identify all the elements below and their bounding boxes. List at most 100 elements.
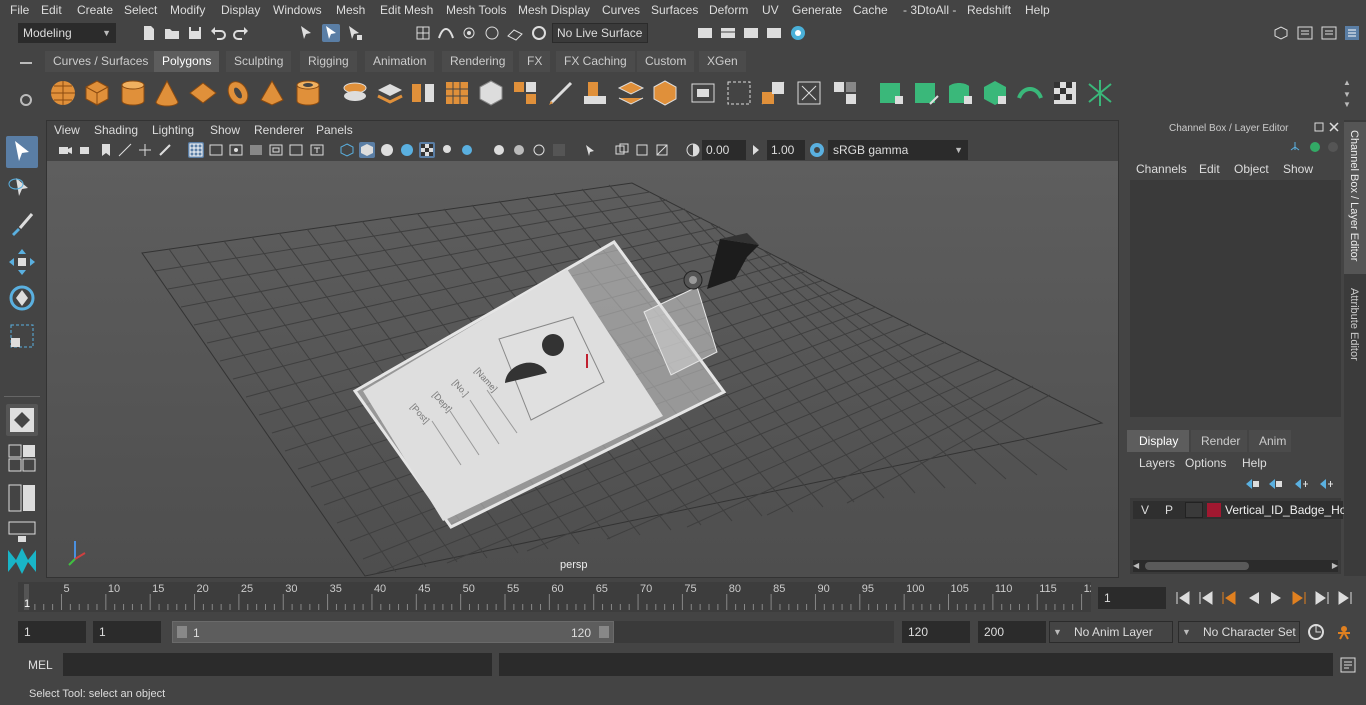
scene-start-field[interactable]: 1 (18, 621, 86, 643)
tool-settings-toggle-icon[interactable] (1320, 24, 1338, 42)
menu-modify[interactable]: Modify (170, 3, 205, 17)
channel-object-menu[interactable]: Object (1234, 162, 1269, 176)
combine-icon[interactable] (340, 78, 370, 108)
range-slider-track[interactable]: 1 120 (172, 621, 894, 643)
xray-joints-icon[interactable] (634, 142, 650, 158)
grid-toggle-icon[interactable] (188, 142, 204, 158)
poly-cylinder-icon[interactable] (118, 78, 148, 108)
channel-box-side-tab[interactable]: Channel Box / Layer Editor (1344, 122, 1366, 274)
shelf-menu-icon[interactable] (20, 62, 32, 64)
poly-torus-icon[interactable] (223, 78, 253, 108)
render-view-icon[interactable] (696, 24, 714, 42)
layer-reference-toggle[interactable] (1185, 502, 1203, 518)
tab-rendering[interactable]: Rendering (442, 51, 514, 72)
range-slider-handle[interactable]: 1 120 (172, 621, 614, 643)
poly-sphere-icon[interactable] (48, 78, 78, 108)
viewport-menu-shading[interactable]: Shading (94, 123, 138, 137)
render-frame-icon[interactable] (719, 24, 737, 42)
hypershade-icon[interactable] (789, 24, 807, 42)
save-scene-icon[interactable] (186, 24, 204, 42)
exposure-icon[interactable] (685, 142, 701, 158)
snap-point-icon[interactable] (460, 24, 478, 42)
layers-menu[interactable]: Layers (1139, 456, 1175, 470)
new-layer-selected-icon[interactable] (1318, 477, 1334, 491)
modeling-toolkit-icon[interactable] (1272, 24, 1290, 42)
single-perspective-layout-icon[interactable] (6, 404, 38, 436)
poly-plane-icon[interactable] (188, 78, 218, 108)
redo-icon[interactable] (232, 24, 250, 42)
menu-windows[interactable]: Windows (273, 3, 322, 17)
playback-end-field[interactable]: 120 (902, 621, 970, 643)
mel-label[interactable]: MEL (28, 658, 53, 672)
snap-grid-icon[interactable] (414, 24, 432, 42)
poly-pipe-icon[interactable] (293, 78, 323, 108)
manipulator-icon[interactable] (1288, 140, 1302, 154)
rotate-tool-icon[interactable] (6, 282, 38, 314)
shadows-icon[interactable] (459, 142, 475, 158)
scale-tool-icon[interactable] (6, 320, 38, 352)
menu-edit-mesh[interactable]: Edit Mesh (380, 3, 433, 17)
menu-cache[interactable]: Cache (853, 3, 888, 17)
uv-unfold-icon[interactable] (758, 78, 788, 108)
remesh-icon[interactable] (510, 78, 540, 108)
menu-redshift[interactable]: Redshift (967, 3, 1011, 17)
film-gate-icon[interactable] (208, 142, 224, 158)
scroll-down-icon[interactable]: ▼ (1343, 90, 1351, 99)
channel-show-menu[interactable]: Show (1283, 162, 1313, 176)
close-icon[interactable] (1329, 122, 1339, 132)
range-end-grip[interactable] (599, 626, 609, 638)
step-forward-key-icon[interactable] (1315, 591, 1329, 605)
bounding-box-icon[interactable] (724, 78, 754, 108)
scene-end-field[interactable]: 200 (978, 621, 1046, 643)
snap-plane-icon[interactable] (506, 24, 524, 42)
depth-of-field-icon[interactable] (551, 142, 567, 158)
wireframe-icon[interactable] (339, 142, 355, 158)
poly-cube-icon[interactable] (82, 78, 112, 108)
select-tool-icon[interactable] (6, 136, 38, 168)
camera-attributes-icon[interactable] (78, 142, 94, 158)
layer-name[interactable]: Vertical_ID_Badge_Hol (1225, 503, 1349, 517)
layer-scrollbar[interactable]: ◀ ▶ (1133, 560, 1338, 572)
motion-blur-icon[interactable] (511, 142, 527, 158)
smooth-icon[interactable] (442, 78, 472, 108)
menu-deform[interactable]: Deform (709, 3, 748, 17)
isolate-select-icon[interactable] (583, 142, 599, 158)
color-management-icon[interactable] (809, 142, 825, 158)
render-settings-icon[interactable] (765, 24, 783, 42)
tab-fx[interactable]: FX (519, 51, 551, 72)
menu-surfaces[interactable]: Surfaces (651, 3, 698, 17)
snap-projected-icon[interactable] (483, 24, 501, 42)
layer-tab-display[interactable]: Display (1127, 430, 1189, 452)
field-chart-icon[interactable] (268, 142, 284, 158)
channels-menu[interactable]: Channels (1136, 162, 1187, 176)
viewport-menu-panels[interactable]: Panels (316, 123, 353, 137)
image-plane-icon[interactable] (117, 142, 133, 158)
screen-space-ao-icon[interactable] (491, 142, 507, 158)
poly-cone-icon[interactable] (152, 78, 182, 108)
side-by-side-layout-icon[interactable] (6, 482, 38, 514)
time-slider-track[interactable]: 5 10 15 20 25 30 35 40 45 50 55 60 65 70 75 80 85 90 95 100… (18, 582, 1091, 612)
live-surface-field[interactable]: No Live Surface (552, 23, 648, 43)
select-objects-icon[interactable] (322, 24, 340, 42)
tab-polygons[interactable]: Polygons (154, 51, 220, 72)
move-layer-down-icon[interactable] (1267, 477, 1283, 491)
channel-box-toggle-icon[interactable] (1343, 24, 1361, 42)
menu-edit[interactable]: Edit (41, 3, 62, 17)
snap-curve-icon[interactable] (437, 24, 455, 42)
viewport-menu-view[interactable]: View (54, 123, 80, 137)
step-back-key-icon[interactable] (1199, 591, 1213, 605)
new-layer-icon[interactable] (1293, 477, 1309, 491)
viewport-menu-show[interactable]: Show (210, 123, 240, 137)
bookmark-icon[interactable] (98, 142, 114, 158)
uv-layout-icon[interactable] (794, 78, 824, 108)
layer-tab-anim[interactable]: Anim (1249, 430, 1291, 452)
2d-pan-zoom-icon[interactable] (137, 142, 153, 158)
script-editor-icon[interactable] (1339, 656, 1357, 674)
exposure-field[interactable]: 0.00 (702, 140, 746, 160)
auto-key-icon[interactable] (1306, 622, 1326, 642)
attribute-editor-toggle-icon[interactable] (1296, 24, 1314, 42)
scroll-left-icon[interactable]: ◀ (1133, 561, 1139, 570)
layer-help-menu[interactable]: Help (1242, 456, 1267, 470)
new-scene-icon[interactable] (140, 24, 158, 42)
play-forward-icon[interactable] (1271, 592, 1281, 604)
